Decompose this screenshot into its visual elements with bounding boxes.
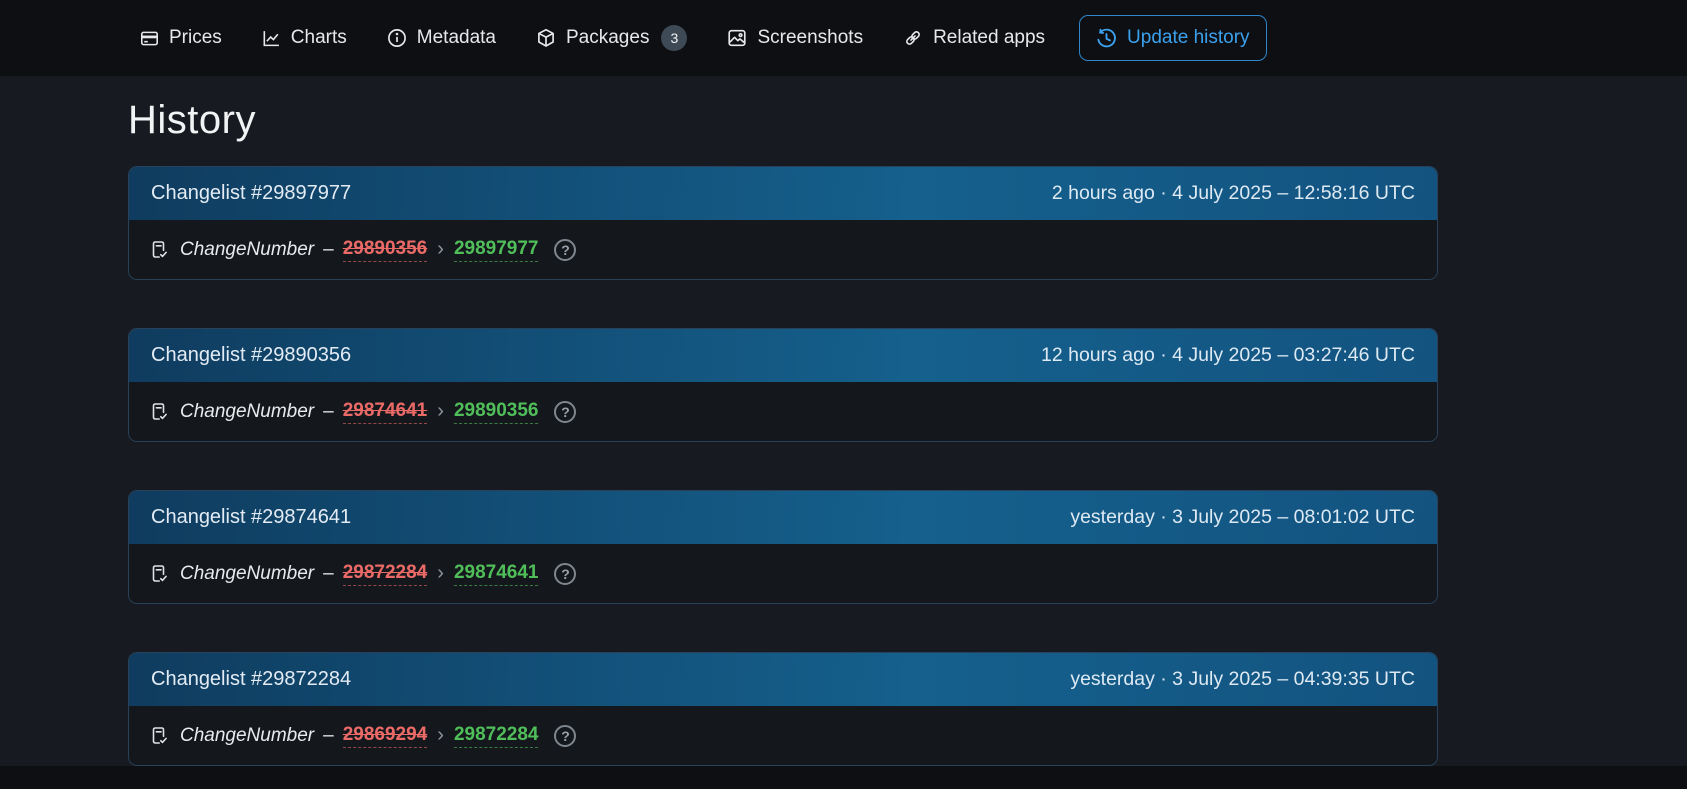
- tab-update-history[interactable]: Update history: [1079, 15, 1267, 61]
- changelist-title-link[interactable]: Changelist #29897977: [151, 182, 351, 205]
- tab-metadata[interactable]: Metadata: [387, 27, 496, 49]
- tab-charts[interactable]: Charts: [262, 27, 347, 49]
- tab-label: Metadata: [417, 27, 496, 49]
- tab-related-apps[interactable]: Related apps: [903, 27, 1045, 49]
- old-value[interactable]: 29869294: [343, 724, 428, 748]
- tab-label: Packages: [566, 27, 649, 49]
- changelist-card: Changelist #29897977 2 hours ago · 4 Jul…: [128, 166, 1438, 280]
- info-icon: [387, 28, 407, 48]
- changelist-list: Changelist #29897977 2 hours ago · 4 Jul…: [128, 166, 1438, 766]
- changelist-title-link[interactable]: Changelist #29890356: [151, 344, 351, 367]
- tab-label: Screenshots: [757, 27, 863, 49]
- change-arrow: ›: [437, 724, 444, 747]
- changelist-card-body: ChangeNumber – 29872284 › 29874641 ?: [129, 544, 1437, 603]
- changelist-card-body: ChangeNumber – 29890356 › 29897977 ?: [129, 220, 1437, 279]
- field-separator: –: [323, 563, 334, 585]
- box-icon: [536, 28, 556, 48]
- prices-icon: [140, 29, 159, 48]
- image-icon: [727, 28, 747, 48]
- changelist-card: Changelist #29874641 yesterday · 3 July …: [128, 490, 1438, 604]
- packages-count-badge: 3: [661, 25, 687, 51]
- changelist-card-header: Changelist #29872284 yesterday · 3 July …: [129, 653, 1437, 706]
- changelist-card-body: ChangeNumber – 29869294 › 29872284 ?: [129, 706, 1437, 765]
- change-arrow: ›: [437, 238, 444, 261]
- changelist-file-icon: [150, 563, 169, 584]
- tab-packages[interactable]: Packages 3: [536, 25, 687, 51]
- new-value[interactable]: 29897977: [454, 238, 539, 262]
- changelist-card-header: Changelist #29874641 yesterday · 3 July …: [129, 491, 1437, 544]
- old-value[interactable]: 29890356: [343, 238, 428, 262]
- changelist-card-header: Changelist #29897977 2 hours ago · 4 Jul…: [129, 167, 1437, 220]
- tab-label: Charts: [291, 27, 347, 49]
- changelist-title-link[interactable]: Changelist #29872284: [151, 668, 351, 691]
- changelist-card-header: Changelist #29890356 12 hours ago · 4 Ju…: [129, 329, 1437, 382]
- change-arrow: ›: [437, 562, 444, 585]
- field-separator: –: [323, 401, 334, 423]
- link-icon: [903, 28, 923, 48]
- field-separator: –: [323, 725, 334, 747]
- changelist-timestamp: yesterday · 3 July 2025 – 04:39:35 UTC: [1070, 668, 1415, 691]
- change-row: ChangeNumber – 29890356 › 29897977 ?: [150, 238, 576, 262]
- help-icon[interactable]: ?: [554, 563, 576, 585]
- changelist-timestamp: 2 hours ago · 4 July 2025 – 12:58:16 UTC: [1052, 182, 1415, 205]
- change-field-name: ChangeNumber: [180, 401, 314, 423]
- old-value[interactable]: 29874641: [343, 400, 428, 424]
- change-arrow: ›: [437, 400, 444, 423]
- help-icon[interactable]: ?: [554, 401, 576, 423]
- tab-prices[interactable]: Prices: [140, 27, 222, 49]
- change-row: ChangeNumber – 29874641 › 29890356 ?: [150, 400, 576, 424]
- tab-label: Related apps: [933, 27, 1045, 49]
- old-value[interactable]: 29872284: [343, 562, 428, 586]
- new-value[interactable]: 29890356: [454, 400, 539, 424]
- change-field-name: ChangeNumber: [180, 563, 314, 585]
- change-row: ChangeNumber – 29872284 › 29874641 ?: [150, 562, 576, 586]
- help-icon[interactable]: ?: [554, 239, 576, 261]
- help-icon[interactable]: ?: [554, 725, 576, 747]
- changelist-timestamp: 12 hours ago · 4 July 2025 – 03:27:46 UT…: [1041, 344, 1415, 367]
- clock-history-icon: [1096, 28, 1117, 49]
- tab-label: Prices: [169, 27, 222, 49]
- page-title: History: [128, 96, 1438, 144]
- changelist-card: Changelist #29872284 yesterday · 3 July …: [128, 652, 1438, 766]
- changelist-title-link[interactable]: Changelist #29874641: [151, 506, 351, 529]
- changelist-timestamp: yesterday · 3 July 2025 – 08:01:02 UTC: [1070, 506, 1415, 529]
- changelist-file-icon: [150, 239, 169, 260]
- tab-screenshots[interactable]: Screenshots: [727, 27, 863, 49]
- changelist-file-icon: [150, 725, 169, 746]
- change-field-name: ChangeNumber: [180, 725, 314, 747]
- charts-icon: [262, 29, 281, 48]
- new-value[interactable]: 29874641: [454, 562, 539, 586]
- tab-label: Update history: [1127, 27, 1250, 49]
- change-field-name: ChangeNumber: [180, 239, 314, 261]
- changelist-card-body: ChangeNumber – 29874641 › 29890356 ?: [129, 382, 1437, 441]
- change-row: ChangeNumber – 29869294 › 29872284 ?: [150, 724, 576, 748]
- new-value[interactable]: 29872284: [454, 724, 539, 748]
- update-history-section: History Changelist #29897977 2 hours ago…: [0, 76, 1687, 766]
- field-separator: –: [323, 239, 334, 261]
- changelist-file-icon: [150, 401, 169, 422]
- app-tab-bar: Prices Charts Metadata: [0, 0, 1687, 76]
- changelist-card: Changelist #29890356 12 hours ago · 4 Ju…: [128, 328, 1438, 442]
